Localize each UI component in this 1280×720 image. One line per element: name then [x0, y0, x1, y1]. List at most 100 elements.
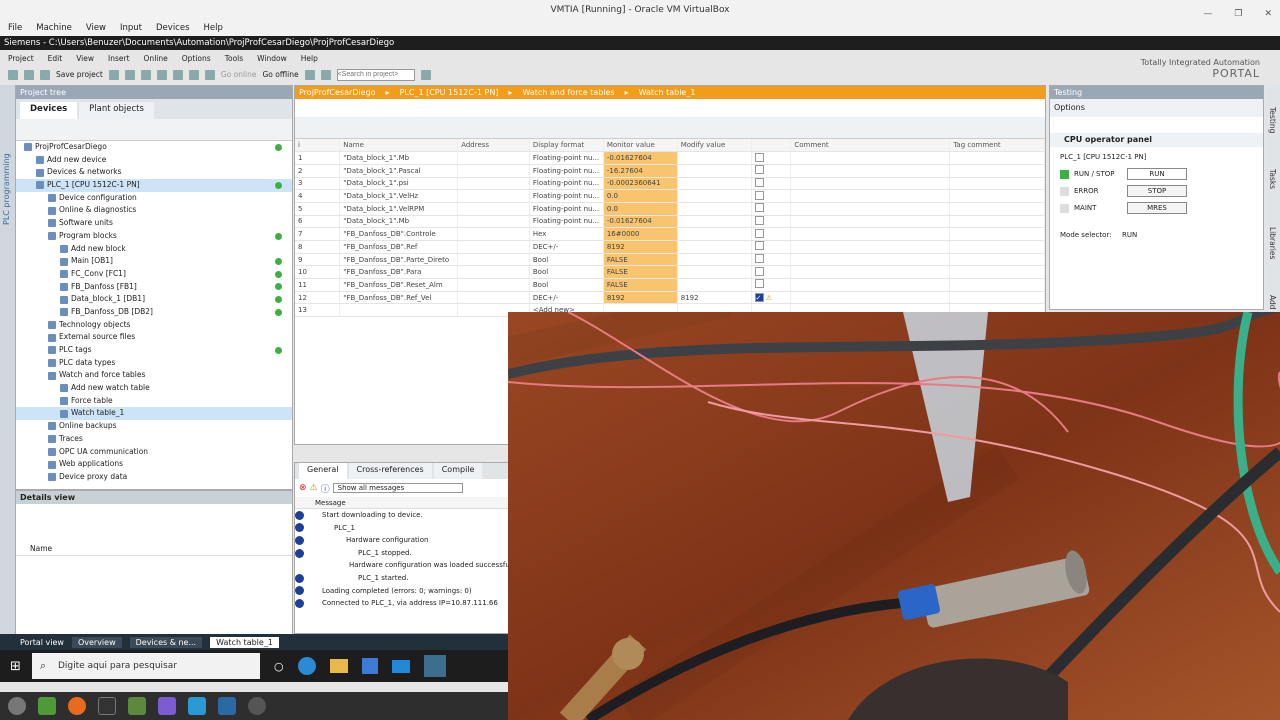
portal-tab-overview[interactable]: Overview [71, 636, 122, 648]
table-row[interactable]: 6 "Data_block_1".Mb Floating-point nu... -0… [295, 215, 1045, 229]
message-row[interactable]: PLC_1 [295, 522, 508, 535]
column-header[interactable]: Modify value [677, 139, 752, 153]
checkbox-icon[interactable] [754, 241, 764, 251]
tree-item[interactable]: Devices & networks [16, 166, 292, 179]
table-row[interactable]: 11 "FB_Danfoss_DB".Reset_Alm Bool FALSE [295, 278, 1045, 292]
files-icon[interactable] [38, 697, 56, 715]
side-tab-tasks[interactable]: Tasks [1268, 169, 1277, 189]
breadcrumb-item[interactable]: Watch table_1 [639, 86, 696, 99]
table-cell[interactable] [677, 265, 752, 280]
column-header[interactable]: Name [339, 139, 459, 153]
tia-menu-view[interactable]: View [76, 54, 94, 63]
tia-menu-help[interactable]: Help [301, 54, 318, 63]
tree-item[interactable]: Data_block_1 [DB1] [16, 293, 292, 306]
split-icon[interactable] [320, 69, 331, 80]
tab-general[interactable]: General [299, 463, 347, 479]
mres-button[interactable]: MRES [1127, 202, 1187, 214]
table-row[interactable]: 9 "FB_Danfoss_DB".Parte_Direto Bool FALSE [295, 253, 1045, 267]
table-row[interactable]: 10 "FB_Danfoss_DB".Para Bool FALSE [295, 265, 1045, 280]
tab-compile[interactable]: Compile [433, 463, 483, 479]
diagnostics-icon[interactable] [304, 69, 315, 80]
side-tab-add[interactable]: Add [1268, 295, 1277, 310]
table-row[interactable]: 7 "FB_Danfoss_DB".Controle Hex 16#0000 [295, 227, 1045, 241]
message-row[interactable]: Connected to PLC_1, via address IP=10.87… [295, 597, 508, 610]
tree-item[interactable]: ProjProfCesarDiego [16, 141, 292, 154]
checkbox-icon[interactable] [754, 254, 764, 264]
search-icon[interactable] [420, 69, 431, 80]
run-button[interactable]: RUN [1127, 168, 1187, 180]
column-header[interactable]: Display format [529, 139, 604, 153]
settings-icon[interactable] [248, 697, 266, 715]
task-view-icon[interactable]: ○ [274, 660, 284, 673]
terminal-icon[interactable] [98, 697, 116, 715]
table-cell[interactable] [677, 202, 752, 216]
tree-item[interactable]: Add new device [16, 154, 292, 167]
side-tab-testing[interactable]: Testing [1268, 107, 1277, 133]
tia-menu-edit[interactable]: Edit [48, 54, 63, 63]
table-cell[interactable] [677, 151, 752, 165]
tab-plant-objects[interactable]: Plant objects [79, 102, 154, 119]
table-cell[interactable] [677, 253, 752, 267]
tree-item[interactable]: PLC data types [16, 357, 292, 370]
error-filter-icon[interactable]: ⊗ [299, 483, 307, 493]
checkbox-icon[interactable] [754, 266, 764, 276]
table-row[interactable]: 8 "FB_Danfoss_DB".Ref DEC+/- 8192 [295, 240, 1045, 254]
checkbox-icon[interactable] [754, 203, 764, 213]
vbox-menu-view[interactable]: View [86, 23, 106, 33]
table-cell[interactable] [677, 227, 752, 241]
stop-button[interactable]: STOP [1127, 185, 1187, 197]
message-row[interactable]: PLC_1 stopped. [295, 547, 508, 560]
tia-menu-window[interactable]: Window [257, 54, 287, 63]
tree-item[interactable]: Main [OB1] [16, 255, 292, 268]
menu-icon[interactable] [8, 697, 26, 715]
vbox-menu-file[interactable]: File [8, 23, 22, 33]
firefox-icon[interactable] [68, 697, 86, 715]
tree-item[interactable]: Technology objects [16, 319, 292, 332]
breadcrumb-item[interactable]: ProjProfCesarDiego [299, 86, 376, 99]
info-filter-icon[interactable]: ⓘ [321, 482, 330, 495]
go-online-button[interactable]: Go online [221, 70, 257, 79]
tree-item[interactable]: Online backups [16, 420, 292, 433]
tia-menu-tools[interactable]: Tools [225, 54, 243, 63]
redo-icon[interactable] [172, 69, 183, 80]
message-row[interactable]: Hardware configuration was loaded succes… [295, 559, 508, 572]
open-project-icon[interactable] [24, 69, 34, 80]
vbox-menu-input[interactable]: Input [120, 23, 142, 33]
message-row[interactable]: Hardware configuration [295, 534, 508, 547]
tree-item[interactable]: External source files [16, 331, 292, 344]
vbox-menu-devices[interactable]: Devices [156, 23, 190, 33]
message-row[interactable]: PLC_1 started. [295, 572, 508, 585]
tree-item[interactable]: PLC_1 [CPU 1512C-1 PN] [16, 179, 292, 192]
edge-icon[interactable] [297, 657, 316, 675]
portal-view-button[interactable]: Portal view [20, 638, 64, 647]
portal-tab-watch-table[interactable]: Watch table_1 [210, 636, 279, 648]
tree-item[interactable]: Online & diagnostics [16, 204, 292, 217]
table-row[interactable]: 3 "Data_block_1".psi Floating-point nu... -… [295, 177, 1045, 191]
tia-menu-project[interactable]: Project [8, 54, 34, 63]
table-cell[interactable] [677, 189, 752, 203]
tia-portal-icon[interactable] [423, 655, 446, 677]
column-header[interactable]: Monitor value [603, 139, 678, 153]
windows-search-box[interactable]: ⌕ Digite aqui para pesquisar [32, 653, 260, 679]
tia-icon[interactable] [218, 697, 236, 715]
tree-item[interactable]: Add new watch table [16, 382, 292, 395]
tree-item[interactable]: Watch table_1 [16, 407, 292, 421]
store-icon[interactable] [361, 658, 378, 674]
checkbox-icon[interactable] [754, 215, 764, 225]
tree-item[interactable]: Traces [16, 433, 292, 446]
tree-item[interactable]: Web applications [16, 458, 292, 471]
tree-item[interactable]: Program blocks [16, 230, 292, 243]
checkbox-icon[interactable]: ✓ [754, 293, 764, 303]
tree-item[interactable]: OPC UA communication [16, 446, 292, 459]
breadcrumb-item[interactable]: PLC_1 [CPU 1512C-1 PN] [400, 86, 499, 99]
tree-item[interactable]: Software units [16, 217, 292, 230]
options-section[interactable]: Options [1050, 99, 1263, 117]
tia-menu-options[interactable]: Options [182, 54, 211, 63]
table-cell[interactable] [677, 215, 752, 229]
save-project-button[interactable]: Save project [56, 70, 103, 79]
checkbox-icon[interactable] [754, 279, 764, 289]
tree-item[interactable]: Add new block [16, 243, 292, 256]
tree-item[interactable]: FB_Danfoss_DB [DB2] [16, 306, 292, 319]
tree-item[interactable]: Device proxy data [16, 471, 292, 484]
mail-icon[interactable] [391, 659, 410, 673]
